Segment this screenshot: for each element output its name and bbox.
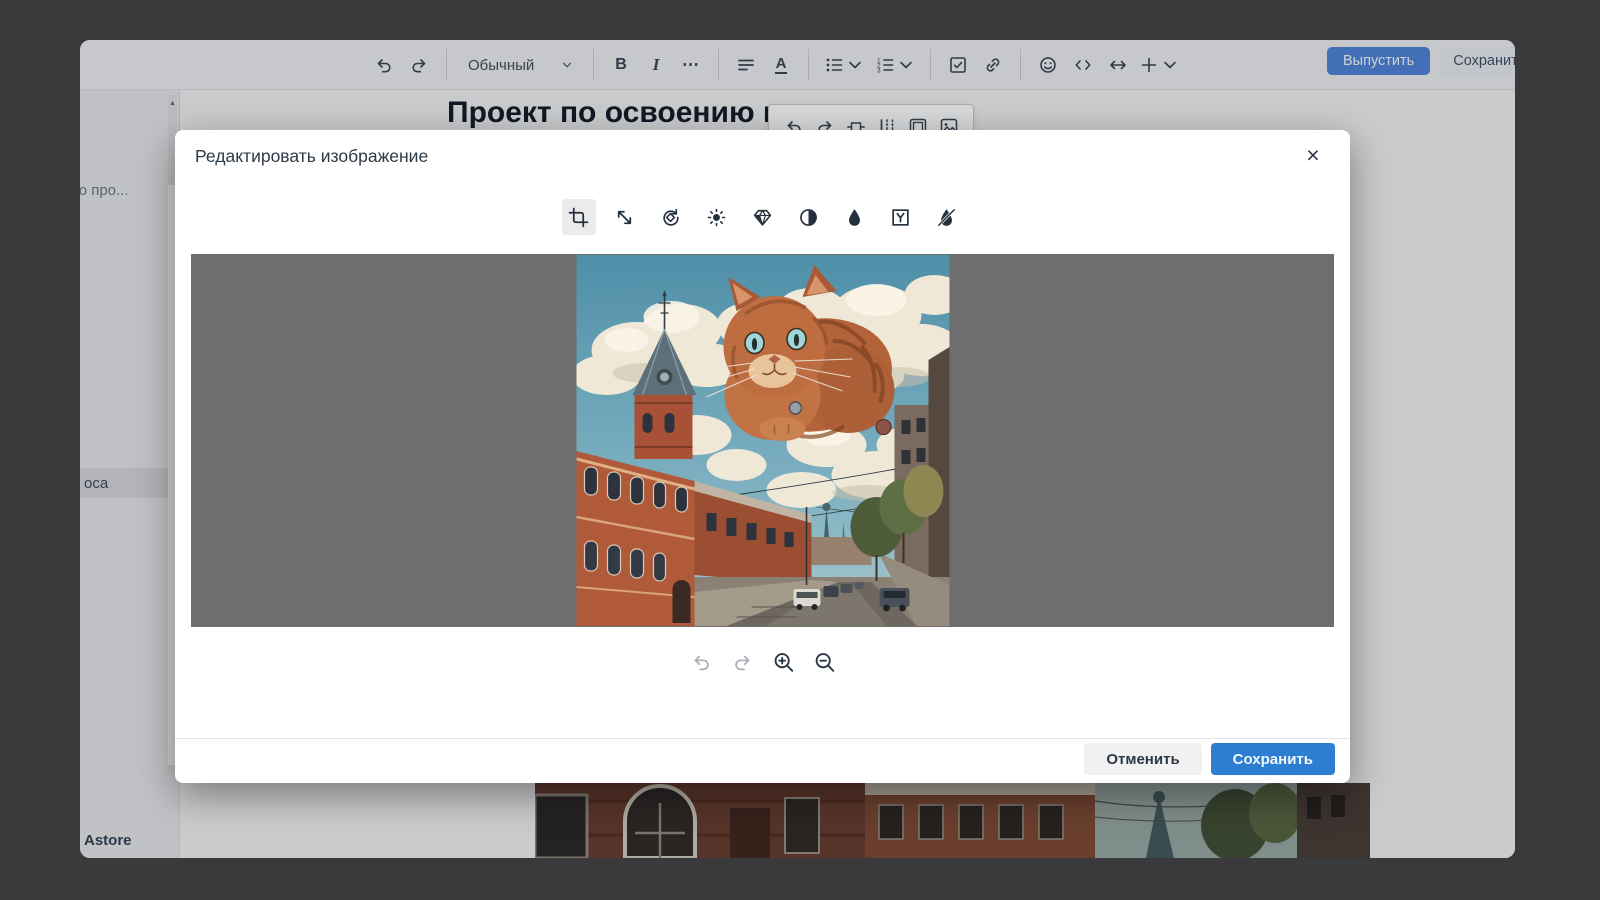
footer-divider <box>175 738 1350 739</box>
chevron-down-icon <box>1160 55 1180 75</box>
canvas-undo-button[interactable] <box>687 648 715 676</box>
numbered-list-button[interactable] <box>871 48 919 82</box>
brand-logo: Astore <box>84 832 132 849</box>
contrast-icon <box>798 207 819 228</box>
rotate-icon <box>660 207 681 228</box>
numbered-list-icon <box>875 55 895 75</box>
checklist-button[interactable] <box>942 48 974 82</box>
zoom-in-icon <box>772 651 794 673</box>
emoji-icon <box>1038 55 1058 75</box>
italic-button[interactable]: I <box>640 48 672 82</box>
close-button[interactable]: × <box>1298 140 1328 170</box>
edit-image-modal: Редактировать изображение × <box>175 130 1350 783</box>
enhance-tool-button[interactable] <box>746 199 780 235</box>
insert-button[interactable] <box>1137 48 1181 82</box>
desaturate-tool-button[interactable] <box>930 199 964 235</box>
zoom-in-button[interactable] <box>769 648 797 676</box>
scroll-up-arrow[interactable]: ▲ <box>168 98 177 108</box>
y-box-icon <box>890 207 911 228</box>
align-left-icon <box>736 55 756 75</box>
cat-over-city-image[interactable] <box>576 255 949 626</box>
canvas-zoom-controls <box>687 648 838 676</box>
chevron-down-icon <box>845 55 865 75</box>
text-color-label: A <box>775 56 788 74</box>
brightness-tool-button[interactable] <box>700 199 734 235</box>
horizontal-rule-button[interactable] <box>1102 48 1134 82</box>
modal-footer: Отменить Сохранить <box>1084 743 1335 775</box>
link-icon <box>983 55 1003 75</box>
toolbar-divider <box>808 49 809 81</box>
bullet-list-button[interactable] <box>820 48 868 82</box>
zoom-out-button[interactable] <box>810 648 838 676</box>
chevron-down-icon <box>560 58 574 72</box>
toolbar-divider <box>593 49 594 81</box>
toolbar-divider <box>718 49 719 81</box>
droplet-icon <box>844 207 865 228</box>
paragraph-style-dropdown[interactable]: Обычный <box>458 48 582 82</box>
sidebar-item[interactable]: то про... <box>80 182 129 199</box>
modal-title: Редактировать изображение <box>195 146 428 167</box>
document-image[interactable] <box>535 783 1370 858</box>
save-button[interactable]: Сохранить <box>1211 743 1335 775</box>
arrows-horizontal-icon <box>1108 55 1128 75</box>
image-tools-toolbar <box>562 199 964 235</box>
street-photo-crop <box>535 783 1370 858</box>
checkbox-icon <box>948 55 968 75</box>
paragraph-style-label: Обычный <box>468 57 534 74</box>
editor-toolbar: Обычный B I ⋯ A Выпустить Сохранить <box>80 40 1515 90</box>
top-save-button[interactable]: Сохранить <box>1439 47 1515 75</box>
more-formats-button[interactable]: ⋯ <box>675 48 707 82</box>
gem-icon <box>752 207 773 228</box>
canvas-redo-button[interactable] <box>728 648 756 676</box>
code-button[interactable] <box>1067 48 1099 82</box>
redo-button[interactable] <box>403 48 435 82</box>
emoji-button[interactable] <box>1032 48 1064 82</box>
cancel-button[interactable]: Отменить <box>1084 743 1201 775</box>
crop-tool-button[interactable] <box>562 199 596 235</box>
bold-button[interactable]: B <box>605 48 637 82</box>
text-color-button[interactable]: A <box>765 48 797 82</box>
grayscale-tool-button[interactable] <box>884 199 918 235</box>
zoom-out-icon <box>813 651 835 673</box>
resize-tool-button[interactable] <box>608 199 642 235</box>
resize-icon <box>614 207 635 228</box>
undo-icon <box>374 55 394 75</box>
brightness-icon <box>706 207 727 228</box>
droplet-off-icon <box>936 207 957 228</box>
undo-button[interactable] <box>368 48 400 82</box>
crop-icon <box>568 207 589 228</box>
align-button[interactable] <box>730 48 762 82</box>
plus-icon <box>1139 55 1159 75</box>
link-button[interactable] <box>977 48 1009 82</box>
publish-button[interactable]: Выпустить <box>1327 47 1430 75</box>
bullet-list-icon <box>824 55 844 75</box>
redo-icon <box>409 55 429 75</box>
sidebar: то про... оса Astore ▲ <box>80 90 180 858</box>
sidebar-item-selected[interactable]: оса <box>80 468 180 498</box>
toolbar-divider <box>1020 49 1021 81</box>
chevron-down-icon <box>896 55 916 75</box>
saturation-tool-button[interactable] <box>838 199 872 235</box>
code-icon <box>1073 55 1093 75</box>
undo-icon <box>690 651 712 673</box>
toolbar-divider <box>930 49 931 81</box>
toolbar-divider <box>446 49 447 81</box>
redo-icon <box>731 651 753 673</box>
rotate-tool-button[interactable] <box>654 199 688 235</box>
edit-canvas[interactable] <box>191 254 1334 627</box>
contrast-tool-button[interactable] <box>792 199 826 235</box>
